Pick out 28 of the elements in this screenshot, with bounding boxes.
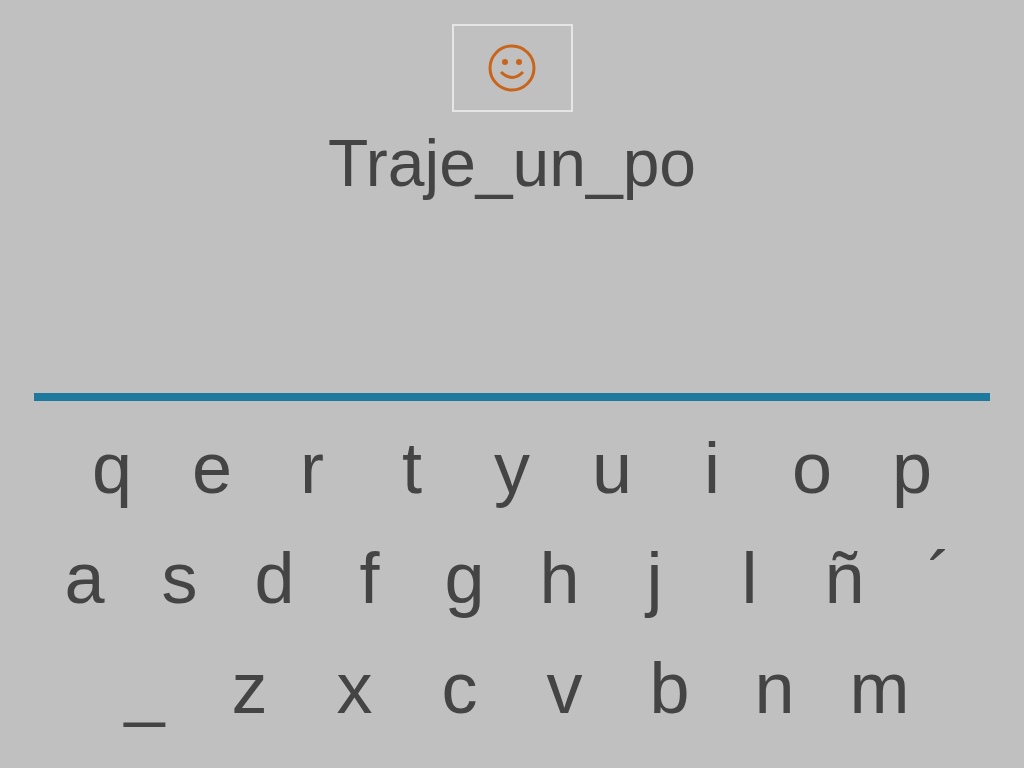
key[interactable]: u (562, 420, 662, 516)
key[interactable]: o (762, 420, 862, 516)
smiley-icon (487, 43, 537, 93)
key[interactable]: f (322, 530, 417, 626)
key[interactable]: j (607, 530, 702, 626)
key[interactable]: h (512, 530, 607, 626)
key[interactable]: l (702, 530, 797, 626)
key[interactable]: b (617, 640, 722, 736)
key[interactable]: p (862, 420, 962, 516)
key[interactable]: m (827, 640, 932, 736)
key[interactable]: s (132, 530, 227, 626)
key[interactable]: v (512, 640, 617, 736)
key[interactable]: n (722, 640, 827, 736)
key[interactable]: d (227, 530, 322, 626)
key[interactable]: e (162, 420, 262, 516)
key[interactable]: x (302, 640, 407, 736)
key[interactable]: q (62, 420, 162, 516)
key[interactable]: t (362, 420, 462, 516)
key[interactable]: ´ (892, 530, 987, 626)
key[interactable]: y (462, 420, 562, 516)
key[interactable]: c (407, 640, 512, 736)
key[interactable]: ñ (797, 530, 892, 626)
key[interactable]: r (262, 420, 362, 516)
key[interactable]: g (417, 530, 512, 626)
key[interactable]: a (37, 530, 132, 626)
key[interactable]: i (662, 420, 762, 516)
key[interactable]: z (197, 640, 302, 736)
key[interactable]: _ (92, 640, 197, 736)
